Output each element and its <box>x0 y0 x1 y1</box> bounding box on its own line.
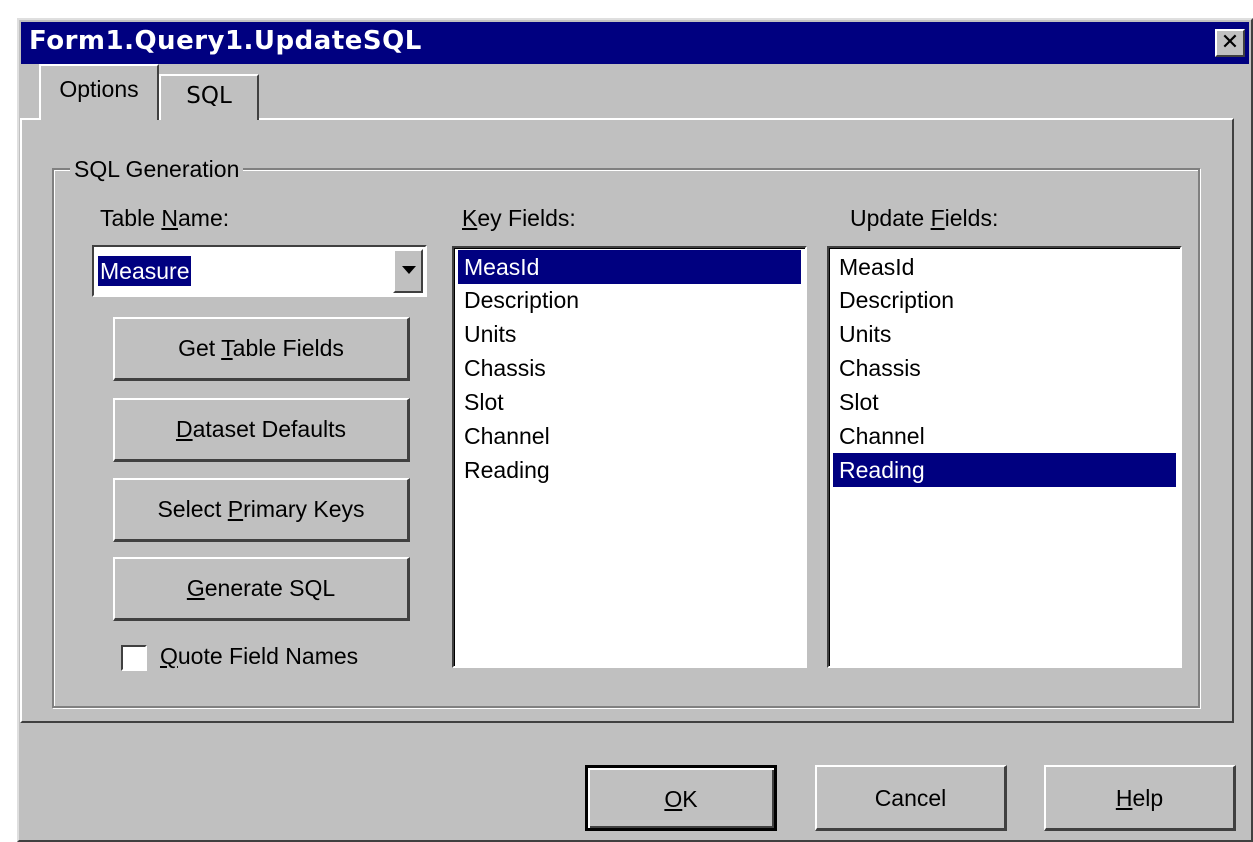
list-item[interactable]: MeasId <box>833 250 1176 284</box>
chevron-down-icon[interactable] <box>393 249 423 293</box>
help-button[interactable]: Help <box>1044 765 1236 831</box>
sql-generation-title: SQL Generation <box>70 156 244 183</box>
dataset-defaults-button[interactable]: Dataset Defaults <box>113 398 410 462</box>
list-item[interactable]: Description <box>833 283 1176 317</box>
generate-sql-button[interactable]: Generate SQL <box>113 557 410 621</box>
quote-field-names-label[interactable]: Quote Field Names <box>160 643 358 670</box>
key-fields-listbox[interactable]: MeasId Description Units Chassis Slot Ch… <box>452 246 807 668</box>
tab-options[interactable]: Options <box>39 64 159 124</box>
list-item[interactable]: Channel <box>458 419 801 453</box>
title-bar[interactable]: Form1.Query1.UpdateSQL ✕ <box>21 22 1249 64</box>
list-item[interactable]: MeasId <box>458 250 801 284</box>
table-name-combobox[interactable]: Measure <box>92 245 427 297</box>
table-name-label: Table Name: <box>100 205 230 231</box>
key-fields-label: Key Fields: <box>462 205 576 231</box>
window-title: Form1.Query1.UpdateSQL <box>29 26 422 56</box>
list-item[interactable]: Units <box>833 317 1176 351</box>
tab-sql-label: SQL <box>186 83 232 109</box>
list-item[interactable]: Description <box>458 283 801 317</box>
quote-field-names-checkbox[interactable] <box>121 645 147 671</box>
cancel-button[interactable]: Cancel <box>815 765 1007 831</box>
close-icon[interactable]: ✕ <box>1215 29 1245 57</box>
update-fields-label: Update Fields: <box>850 205 999 231</box>
select-primary-keys-button[interactable]: Select Primary Keys <box>113 478 410 542</box>
tab-options-label: Options <box>59 76 139 102</box>
tab-sql[interactable]: SQL <box>159 74 259 120</box>
list-item[interactable]: Slot <box>458 385 801 419</box>
table-name-value[interactable]: Measure <box>98 256 192 286</box>
get-table-fields-button[interactable]: Get Table Fields <box>113 317 410 381</box>
list-item[interactable]: Chassis <box>833 351 1176 385</box>
list-item[interactable]: Units <box>458 317 801 351</box>
list-item[interactable]: Slot <box>833 385 1176 419</box>
ok-button[interactable]: OK <box>585 765 777 831</box>
list-item[interactable]: Reading <box>833 453 1176 487</box>
list-item[interactable]: Chassis <box>458 351 801 385</box>
list-item[interactable]: Reading <box>458 453 801 487</box>
update-fields-listbox[interactable]: MeasId Description Units Chassis Slot Ch… <box>827 246 1182 668</box>
list-item[interactable]: Channel <box>833 419 1176 453</box>
